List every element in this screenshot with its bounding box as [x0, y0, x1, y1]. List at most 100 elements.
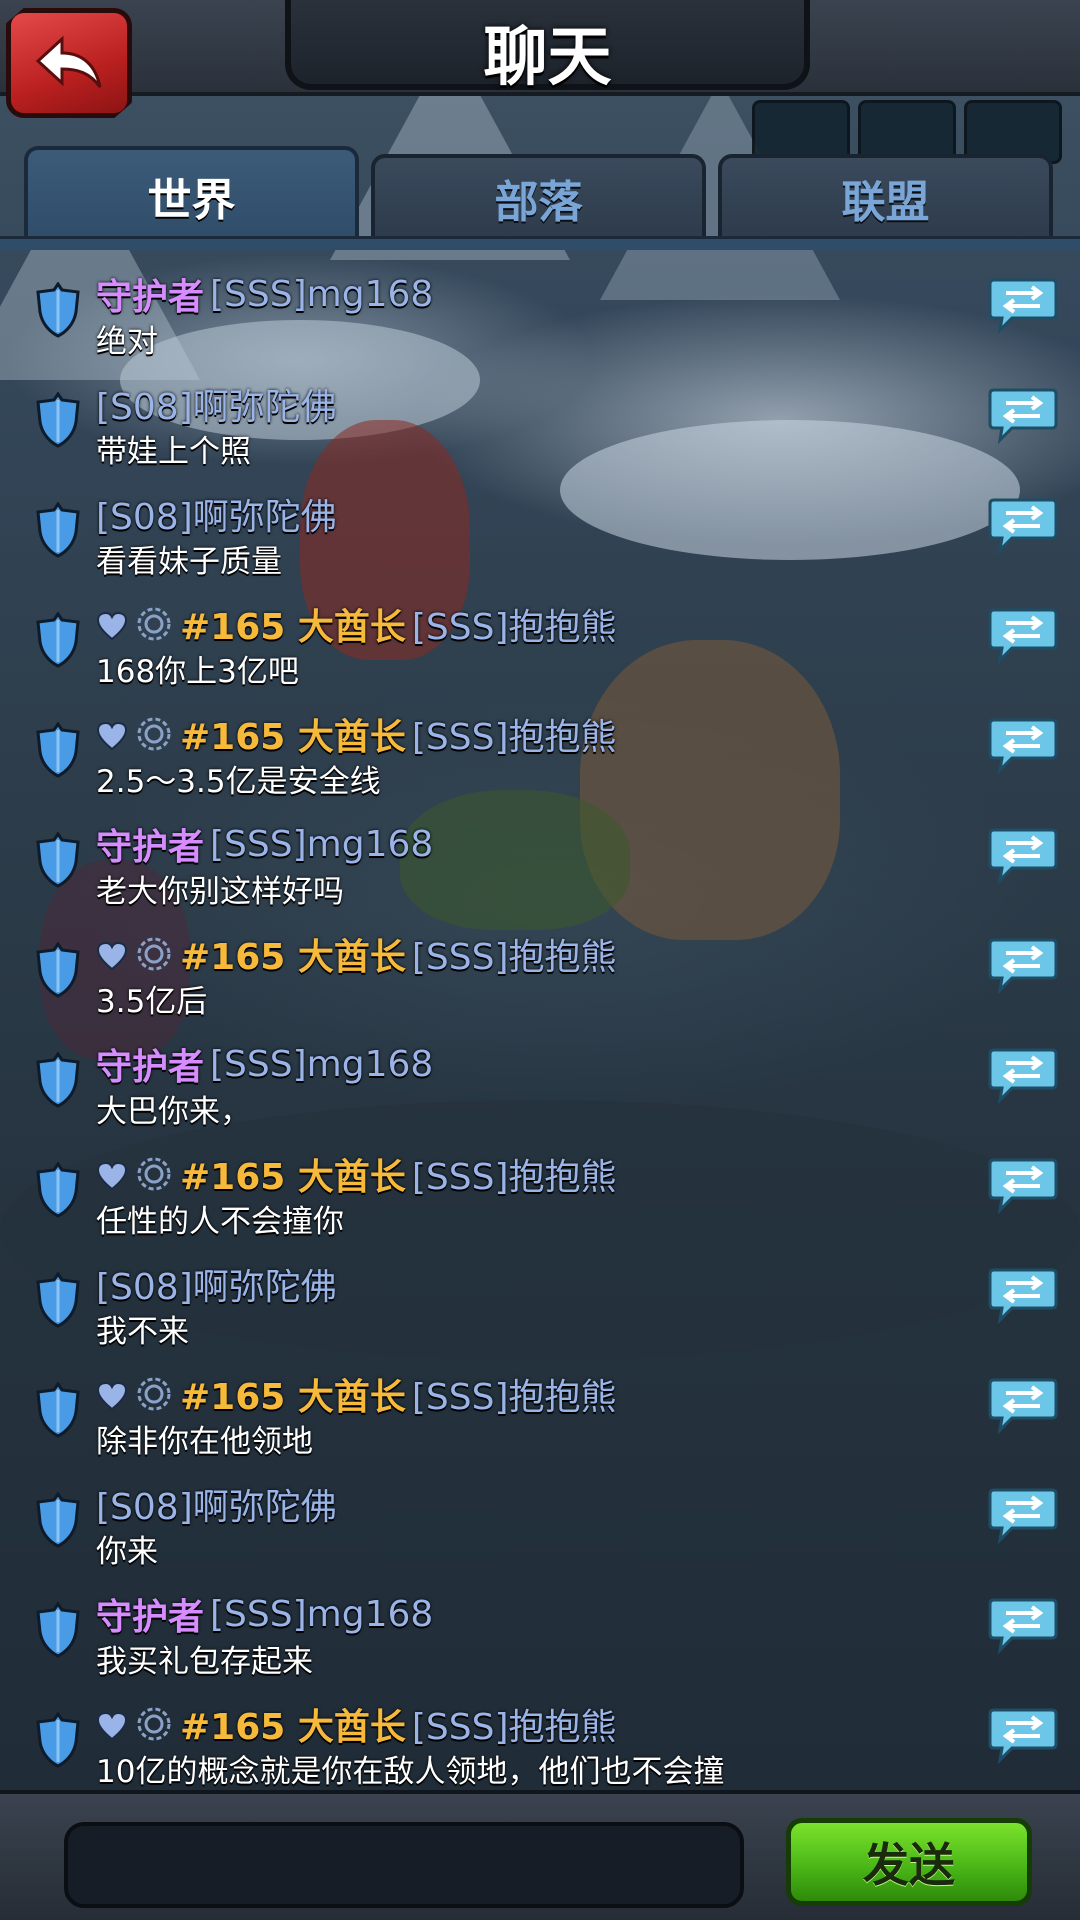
translate-button[interactable]: [988, 606, 1058, 665]
message-sender[interactable]: #165 大酋长 [SSS]抱抱熊: [96, 598, 617, 650]
rank-shield-icon: [36, 501, 80, 558]
sender-title: 守护者: [96, 277, 205, 318]
sender-title: 守护者: [96, 827, 205, 868]
tab-world[interactable]: 世界: [24, 146, 359, 242]
chat-message[interactable]: 守护者 [SSS]mg168 老大你别这样好吗: [0, 806, 1080, 916]
message-sender[interactable]: #165 大酋长 [SSS]抱抱熊: [96, 1698, 617, 1750]
translate-button[interactable]: [988, 1596, 1058, 1655]
rank-shield-icon: [36, 391, 80, 448]
rank-shield-icon: [36, 1711, 80, 1768]
sender-name: [SSS]mg168: [210, 273, 434, 315]
rank-shield-icon: [36, 1161, 80, 1218]
heart-icon: [96, 1379, 128, 1411]
translate-button[interactable]: [988, 496, 1058, 555]
sender-title: #165 大酋长: [180, 1377, 406, 1418]
chat-message-list[interactable]: 守护者 [SSS]mg168 绝对 [S08]啊弥陀佛 带娃上个照 [S08]啊弥陀佛 看看…: [0, 256, 1080, 1790]
chat-message[interactable]: [S08]啊弥陀佛我不来: [0, 1246, 1080, 1356]
message-sender[interactable]: [S08]啊弥陀佛: [96, 1478, 337, 1530]
chat-message[interactable]: [S08]啊弥陀佛 带娃上个照: [0, 366, 1080, 476]
translate-button[interactable]: [988, 1266, 1058, 1325]
gear-icon: [134, 1704, 174, 1744]
message-text: 168你上3亿吧: [96, 654, 299, 690]
chat-message[interactable]: 守护者 [SSS]mg168 绝对: [0, 256, 1080, 366]
message-text: 3.5亿后: [96, 984, 208, 1020]
gear-icon: [134, 1154, 174, 1194]
sender-title: #165 大酋长: [180, 607, 406, 648]
message-sender[interactable]: 守护者 [SSS]mg168: [96, 1588, 433, 1640]
rank-shield-icon: [36, 1051, 80, 1108]
translate-button[interactable]: [988, 826, 1058, 885]
sender-name: [S08]啊弥陀佛: [96, 1267, 337, 1308]
page-title: 聊天: [483, 21, 612, 95]
heart-icon: [96, 939, 128, 971]
chat-message[interactable]: #165 大酋长 [SSS]抱抱熊 任性的人不会撞你: [0, 1136, 1080, 1246]
translate-button[interactable]: [988, 1156, 1058, 1215]
tab-tribe[interactable]: 部落: [371, 154, 706, 242]
message-text: 我不来: [96, 1314, 189, 1350]
message-sender[interactable]: 守护者 [SSS]mg168: [96, 1038, 433, 1090]
sender-title: #165 大酋长: [180, 717, 406, 758]
translate-button[interactable]: [988, 386, 1058, 445]
chat-message[interactable]: [S08]啊弥陀佛 看看妹子质量: [0, 476, 1080, 586]
rank-shield-icon: [36, 1491, 80, 1548]
rank-shield-icon: [36, 1381, 80, 1438]
chat-input[interactable]: [64, 1822, 744, 1908]
translate-button[interactable]: [988, 936, 1058, 995]
sender-name: [SSS]抱抱熊: [411, 1707, 617, 1748]
chat-message[interactable]: #165 大酋长 [SSS]抱抱熊 10亿的概念就是你在敌人领地，他们也不会撞: [0, 1686, 1080, 1796]
translate-button[interactable]: [988, 276, 1058, 335]
message-sender[interactable]: #165 大酋长 [SSS]抱抱熊: [96, 1368, 617, 1420]
rank-shield-icon: [36, 1601, 80, 1658]
rank-shield-icon: [36, 281, 80, 338]
sender-title: #165 大酋长: [180, 937, 406, 978]
message-text: 除非你在他领地: [96, 1424, 313, 1460]
message-sender[interactable]: #165 大酋长 [SSS]抱抱熊: [96, 928, 617, 980]
message-sender[interactable]: [S08]啊弥陀佛: [96, 488, 337, 540]
heart-icon: [96, 609, 128, 641]
tab-underline: [0, 236, 1080, 250]
message-text: 10亿的概念就是你在敌人领地，他们也不会撞: [96, 1754, 725, 1790]
chat-message[interactable]: #165 大酋长 [SSS]抱抱熊 3.5亿后: [0, 916, 1080, 1026]
message-sender[interactable]: [S08]啊弥陀佛: [96, 1258, 337, 1310]
message-sender[interactable]: [S08]啊弥陀佛: [96, 378, 337, 430]
message-sender[interactable]: 守护者 [SSS]mg168: [96, 268, 433, 320]
send-button[interactable]: 发送: [786, 1818, 1032, 1906]
message-text: 我买礼包存起来: [96, 1644, 313, 1680]
chat-message[interactable]: #165 大酋长 [SSS]抱抱熊除非你在他领地: [0, 1356, 1080, 1466]
back-arrow-icon: [35, 35, 102, 88]
message-text: 2.5～3.5亿是安全线: [96, 764, 381, 800]
rank-shield-icon: [36, 721, 80, 778]
sender-title: 守护者: [96, 1597, 205, 1638]
rank-shield-icon: [36, 831, 80, 888]
gear-icon: [134, 714, 174, 754]
sender-name: [SSS]mg168: [210, 1593, 434, 1635]
chat-message[interactable]: 守护者 [SSS]mg168 我买礼包存起来: [0, 1576, 1080, 1686]
message-text: 你来: [96, 1534, 158, 1570]
sender-name: [SSS]抱抱熊: [411, 937, 617, 978]
message-sender[interactable]: 守护者 [SSS]mg168: [96, 818, 433, 870]
chat-footer: 发送: [0, 1790, 1080, 1920]
message-sender[interactable]: #165 大酋长 [SSS]抱抱熊: [96, 708, 617, 760]
message-text: 绝对: [96, 324, 158, 360]
rank-shield-icon: [36, 941, 80, 998]
sender-name: [SSS]抱抱熊: [411, 1377, 617, 1418]
sender-name: [SSS]mg168: [210, 823, 434, 865]
gear-icon: [134, 604, 174, 644]
chat-message[interactable]: #165 大酋长 [SSS]抱抱熊 2.5～3.5亿是安全线: [0, 696, 1080, 806]
message-sender[interactable]: #165 大酋长 [SSS]抱抱熊: [96, 1148, 617, 1200]
translate-button[interactable]: [988, 716, 1058, 775]
sender-name: [SSS]抱抱熊: [411, 717, 617, 758]
tab-alliance[interactable]: 联盟: [718, 154, 1053, 242]
translate-button[interactable]: [988, 1046, 1058, 1105]
chat-tabs: 世界 部落 联盟: [24, 146, 1056, 242]
chat-message[interactable]: 守护者 [SSS]mg168 大巴你来，: [0, 1026, 1080, 1136]
translate-button[interactable]: [988, 1486, 1058, 1545]
chat-message[interactable]: #165 大酋长 [SSS]抱抱熊 168你上3亿吧: [0, 586, 1080, 696]
translate-button[interactable]: [988, 1376, 1058, 1435]
chat-message[interactable]: [S08]啊弥陀佛你来: [0, 1466, 1080, 1576]
back-button[interactable]: [6, 8, 132, 118]
sender-name: [S08]啊弥陀佛: [96, 497, 337, 538]
translate-button[interactable]: [988, 1706, 1058, 1765]
message-text: 大巴你来，: [96, 1094, 251, 1130]
gear-icon: [134, 934, 174, 974]
